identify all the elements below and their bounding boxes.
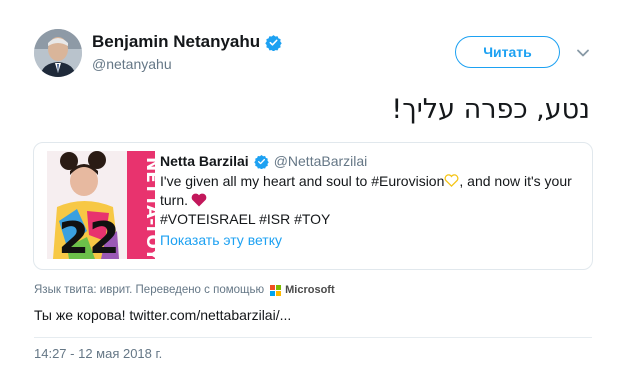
verified-badge-icon [253, 154, 269, 169]
quoted-tweet-body: Netta Barzilai @NettaBarzilai I've given… [160, 153, 585, 248]
show-thread-link[interactable]: Показать эту ветку [160, 232, 585, 248]
tweet-card: Benjamin Netanyahu @netanyahu Читать נטע… [0, 0, 620, 375]
author-name[interactable]: Benjamin Netanyahu [92, 32, 260, 52]
quoted-tweet-text: I've given all my heart and soul to #Eur… [160, 172, 585, 210]
red-heart-icon [191, 193, 207, 207]
avatar[interactable] [34, 29, 82, 77]
tweet-text: נטע, כפרה עליך! [391, 94, 590, 125]
quoted-tweet[interactable]: 22 NETTA-TOY Netta Barzilai @NettaBarzil… [33, 142, 593, 270]
quoted-text-part1: I've given all my heart and soul to #Eur… [160, 173, 445, 189]
divider [34, 337, 592, 338]
album-cover-image: 22 NETTA-TOY [47, 151, 155, 259]
translation-info: Язык твита: иврит. Переведено с помощью … [34, 284, 335, 296]
microsoft-logo-icon [270, 284, 282, 296]
quoted-tweet-hashtags[interactable]: #VOTEISRAEL #ISR #TOY [160, 210, 585, 229]
avatar-image [34, 29, 82, 77]
quoted-author-name[interactable]: Netta Barzilai [160, 153, 249, 169]
verified-badge-icon [265, 34, 282, 51]
chevron-down-icon[interactable] [576, 46, 590, 60]
quoted-tweet-header: Netta Barzilai @NettaBarzilai [160, 153, 585, 169]
quoted-tweet-image[interactable]: 22 NETTA-TOY [47, 151, 155, 259]
translated-text: Ты же корова! twitter.com/nettabarzilai/… [34, 307, 292, 323]
author-name-row[interactable]: Benjamin Netanyahu [92, 32, 282, 52]
follow-button[interactable]: Читать [455, 36, 560, 68]
quoted-author-handle[interactable]: @NettaBarzilai [274, 153, 368, 169]
translation-provider[interactable]: Microsoft [285, 284, 335, 296]
translation-label: Язык твита: иврит. Переведено с помощью [34, 284, 265, 296]
tweet-timestamp[interactable]: 14:27 - 12 мая 2018 г. [34, 346, 162, 361]
yellow-heart-icon [444, 174, 459, 187]
cover-title: NETTA-TOY [142, 157, 155, 259]
author-handle[interactable]: @netanyahu [92, 56, 172, 72]
cover-number: 22 [58, 213, 119, 259]
